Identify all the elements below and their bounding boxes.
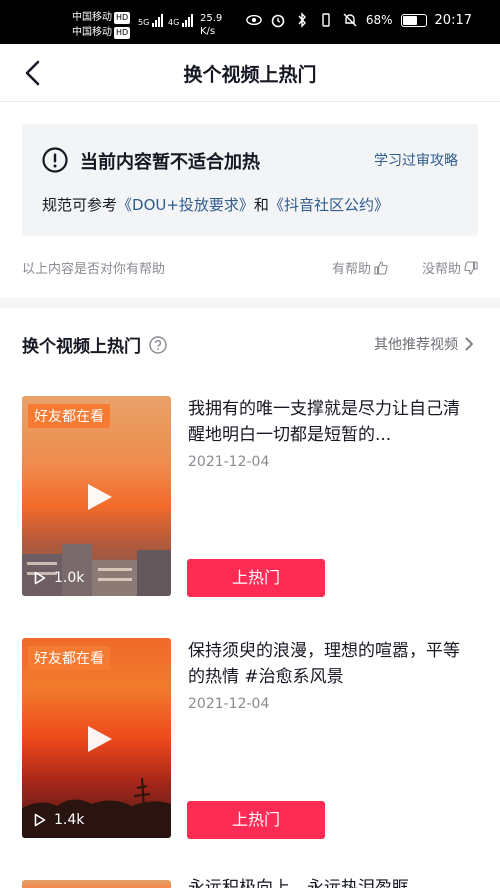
more-videos-label: 其他推荐视频	[374, 337, 458, 353]
video-thumbnail[interactable]: 好友都在看 1.4k	[22, 638, 171, 838]
chevron-right-icon	[465, 337, 474, 351]
review-guide-link[interactable]: 学习过审攻略	[374, 150, 458, 170]
section-header: 换个视频上热门	[22, 332, 167, 357]
play-outline-icon	[34, 813, 46, 827]
thumbs-down-icon	[464, 260, 478, 275]
play-count: 1.0k	[34, 570, 84, 586]
network-speed: 25.9 K/s	[200, 12, 222, 38]
video-date: 2021-12-04	[188, 696, 270, 712]
bluetooth-icon	[294, 12, 310, 28]
video-card: 好友都在看 1.4k 保持须臾的浪漫，理想的喧嚣，平等的热情 #治愈系风景 20…	[22, 638, 478, 840]
video-thumbnail-partial[interactable]	[22, 880, 171, 888]
friends-watching-badge: 好友都在看	[28, 646, 110, 670]
notice-conj: 和	[253, 196, 269, 214]
promote-button[interactable]: 上热门	[187, 801, 325, 839]
video-title: 保持须臾的浪漫，理想的喧嚣，平等的热情 #治愈系风景	[188, 641, 460, 687]
video-date: 2021-12-04	[188, 454, 270, 470]
section-divider	[0, 298, 500, 308]
not-helpful-button[interactable]: 没帮助	[422, 258, 478, 277]
section-title: 换个视频上热门	[22, 337, 141, 357]
carrier-line-1: 中国移动 HD	[72, 12, 131, 24]
nav-bar: 换个视频上热门	[0, 44, 500, 102]
notice-title: 当前内容暂不适合加热	[80, 152, 260, 173]
carrier-name: 中国移动	[72, 12, 112, 23]
video-card: 好友都在看 1.0k 我拥有的唯一支撑就是尽力让自己清醒地明白一切都是短暂的..…	[22, 396, 478, 598]
play-outline-icon	[34, 571, 46, 585]
status-bar: 中国移动 HD 中国移动 HD 5G 4G 25.9 K/s 68% 20:17	[0, 0, 500, 44]
carrier-line-2: 中国移动 HD	[72, 27, 131, 39]
video-thumbnail[interactable]: 好友都在看 1.0k	[22, 396, 171, 596]
promote-button[interactable]: 上热门	[187, 559, 325, 597]
friends-watching-badge: 好友都在看	[28, 404, 110, 428]
notice-card: 当前内容暂不适合加热 学习过审攻略 规范可参考《DOU+投放要求》和《抖音社区公…	[22, 124, 478, 236]
signal-4g: 4G	[168, 14, 194, 27]
carrier-name: 中国移动	[72, 27, 112, 38]
feedback-row: 以上内容是否对你有帮助 有帮助 没帮助	[22, 258, 478, 280]
play-count-value: 1.0k	[54, 570, 85, 586]
network-type-label: 4G	[168, 18, 180, 27]
video-title: 我拥有的唯一支撑就是尽力让自己清醒地明白一切都是短暂的...	[188, 399, 460, 445]
hd-badge: HD	[114, 27, 131, 39]
network-type-label: 5G	[138, 18, 150, 27]
battery-icon	[400, 13, 427, 27]
status-icons: 68% 20:17	[246, 12, 472, 28]
video-title-partial: 永远积极向上，永远热泪盈眶	[188, 878, 409, 888]
helpful-button[interactable]: 有帮助	[332, 258, 388, 277]
warning-icon	[42, 147, 68, 173]
vibrate-icon	[318, 12, 334, 28]
page-title: 换个视频上热门	[183, 64, 317, 86]
alarm-icon	[270, 12, 286, 28]
signal-bars-icon	[151, 14, 164, 27]
clock: 20:17	[434, 12, 472, 28]
dou-rules-link[interactable]: 《DOU+投放要求》	[117, 196, 254, 214]
speed-unit: K/s	[200, 26, 216, 37]
play-count-value: 1.4k	[54, 812, 85, 828]
speed-value: 25.9	[200, 13, 223, 24]
helpful-label: 有帮助	[331, 262, 371, 277]
thumbs-up-icon	[374, 260, 388, 275]
feedback-question: 以上内容是否对你有帮助	[22, 262, 166, 277]
more-videos-link[interactable]: 其他推荐视频	[374, 334, 474, 354]
question-icon[interactable]	[149, 335, 167, 354]
play-count: 1.4k	[34, 812, 84, 828]
community-rules-link[interactable]: 《抖音社区公约》	[269, 196, 389, 214]
play-icon	[88, 726, 112, 752]
signal-bars-icon	[181, 14, 194, 27]
notice-body-prefix: 规范可参考	[42, 196, 118, 214]
notice-body: 规范可参考《DOU+投放要求》和《抖音社区公约》	[42, 194, 389, 215]
signal-5g: 5G	[138, 14, 164, 27]
hd-badge: HD	[114, 12, 131, 24]
play-icon	[88, 484, 112, 510]
battery-percent: 68%	[365, 13, 393, 27]
mute-bell-icon	[342, 12, 358, 28]
eye-icon	[246, 12, 262, 28]
not-helpful-label: 没帮助	[421, 262, 461, 277]
